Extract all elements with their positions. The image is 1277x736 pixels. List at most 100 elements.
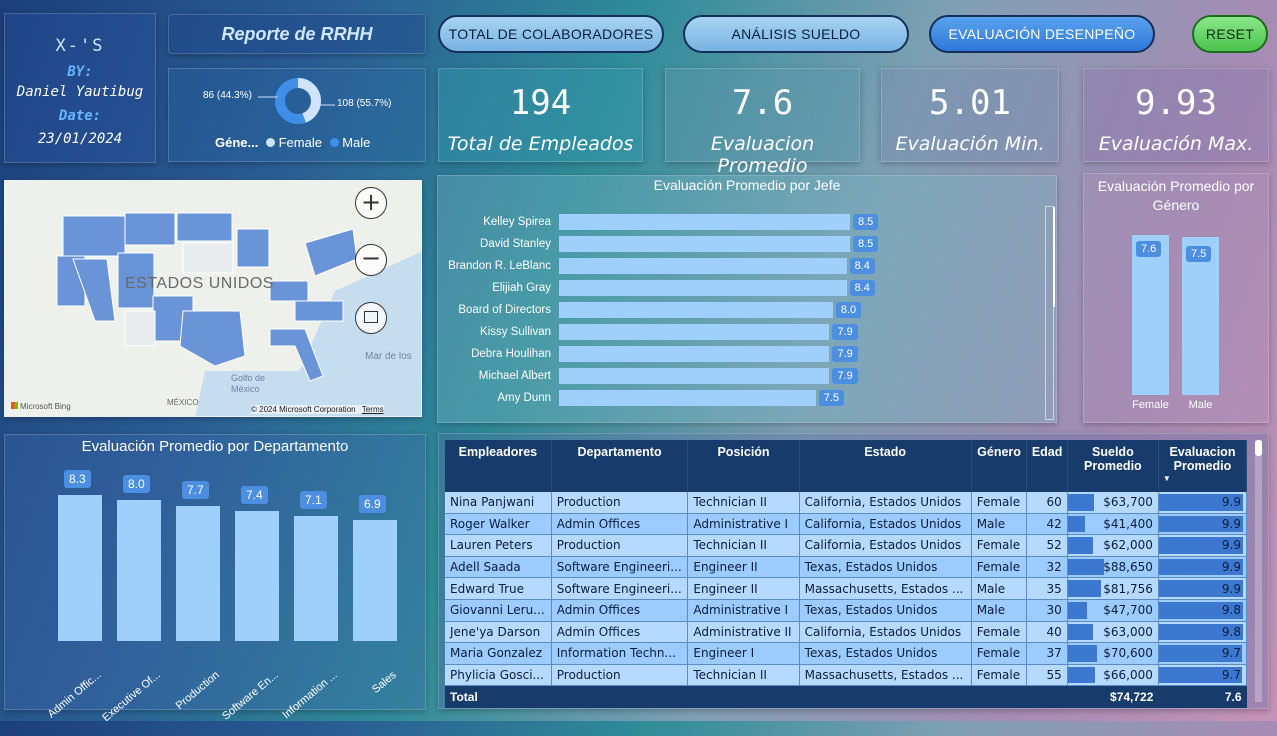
- header-edad[interactable]: Edad: [1026, 440, 1068, 492]
- map-provider: Microsoft Bing: [20, 402, 71, 411]
- analisis-sueldo-button[interactable]: ANÁLISIS SUELDO: [683, 15, 909, 53]
- eval-value: 9.9: [1221, 581, 1241, 596]
- cell-eval: 9.7: [1158, 664, 1248, 687]
- terms-link[interactable]: Terms: [362, 405, 384, 414]
- reset-button[interactable]: RESET: [1192, 15, 1268, 53]
- cell-employee-name: Lauren Peters: [445, 534, 552, 557]
- cell-gender: Male: [971, 599, 1028, 622]
- cell-gender: Female: [971, 621, 1028, 644]
- legend-male-label[interactable]: Male: [342, 135, 370, 150]
- jefe-data-label: 8.5: [853, 214, 879, 230]
- cell-age: 37: [1026, 642, 1068, 665]
- kpi-label: Total de Empleados: [447, 133, 634, 155]
- dept-bar[interactable]: [294, 516, 338, 641]
- cell-employee-name: Maria Gonzalez: [445, 642, 552, 665]
- report-title: Reporte de RRHH: [221, 23, 373, 44]
- map-zoom-in-button[interactable]: +: [355, 187, 387, 219]
- jefe-data-label: 8.5: [853, 236, 879, 252]
- cell-employee-name: Nina Panjwani: [445, 492, 552, 514]
- report-title-card: Reporte de RRHH: [168, 14, 426, 54]
- map-card: ESTADOS UNIDOS Mar de los Golfo de Méxic…: [4, 180, 422, 417]
- table-row[interactable]: Edward True Software Engineeri... Engineer…: [445, 577, 1248, 600]
- table-row[interactable]: Adell Saada Software Engineeri... Engineer…: [445, 556, 1248, 579]
- cell-gender: Male: [971, 577, 1028, 600]
- jefe-bar[interactable]: [559, 280, 847, 296]
- cell-salary: $62,000: [1067, 534, 1159, 557]
- header-empleadores[interactable]: Empleadores: [445, 440, 552, 492]
- jefe-bar[interactable]: [559, 390, 816, 406]
- jefe-category-label: Kelley Spirea: [483, 216, 551, 228]
- header-sueldo-promedio[interactable]: Sueldo Promedio: [1067, 440, 1159, 492]
- cell-position: Administrative II: [687, 621, 800, 644]
- header-evaluacion-promedio[interactable]: Evaluacion Promedio ▼: [1158, 440, 1248, 492]
- jefe-bar[interactable]: [559, 368, 830, 384]
- cell-state: Texas, Estados Unidos: [799, 556, 972, 579]
- dept-bar[interactable]: [353, 519, 397, 641]
- table-row[interactable]: Maria Gonzalez Information Techn... Engine…: [445, 642, 1248, 665]
- dept-bar[interactable]: [176, 505, 220, 641]
- header-genero[interactable]: Género: [971, 440, 1028, 492]
- cell-salary: $47,700: [1067, 599, 1159, 622]
- table-row[interactable]: Nina Panjwani Production Technician II Cali…: [445, 492, 1248, 514]
- jefe-category-label: David Stanley: [480, 238, 551, 250]
- dept-data-label: 6.9: [359, 494, 386, 513]
- jefe-bar[interactable]: [559, 214, 850, 230]
- jefe-chart-scrollbar[interactable]: [1045, 206, 1055, 420]
- kpi-label: Evaluación Min.: [895, 133, 1045, 155]
- header-estado[interactable]: Estado: [799, 440, 972, 492]
- microsoft-logo-icon: [11, 402, 18, 409]
- cell-department: Production: [551, 492, 689, 514]
- cell-salary: $81,756: [1067, 577, 1159, 600]
- cell-employee-name: Adell Saada: [445, 556, 552, 579]
- jefe-bar[interactable]: [559, 346, 830, 362]
- salary-databar: [1067, 601, 1088, 619]
- jefe-data-label: 7.9: [832, 368, 858, 384]
- header-departamento[interactable]: Departamento: [551, 440, 689, 492]
- kpi-value: 194: [509, 83, 572, 123]
- jefe-bar[interactable]: [559, 324, 830, 340]
- cell-eval: 9.9: [1158, 556, 1248, 579]
- jefe-category-label: Amy Dunn: [497, 392, 551, 404]
- selection-icon: [364, 311, 378, 323]
- gender-bar[interactable]: [1132, 235, 1169, 395]
- jefe-bar[interactable]: [559, 236, 850, 252]
- table-row[interactable]: Phylicia Gosci... Production Technician II…: [445, 664, 1248, 687]
- dept-bar[interactable]: [235, 510, 279, 641]
- map-select-button[interactable]: [355, 302, 387, 334]
- salary-value: $47,700: [1103, 603, 1153, 618]
- table-row[interactable]: Roger Walker Admin Offices Administrative …: [445, 513, 1248, 536]
- map-canvas[interactable]: [5, 181, 422, 417]
- total-colaboradores-button[interactable]: TOTAL DE COLABORADORES: [438, 15, 664, 53]
- author-card: X-'S BY: Daniel Yautibug Date: 23/01/202…: [4, 13, 156, 163]
- cell-age: 42: [1026, 513, 1068, 536]
- table-row[interactable]: Giovanni Leru... Admin Offices Administrat…: [445, 599, 1248, 622]
- salary-databar: [1067, 558, 1104, 576]
- map-zoom-out-button[interactable]: −: [355, 244, 387, 276]
- table-row[interactable]: Jene'ya Darson Admin Offices Administrativ…: [445, 621, 1248, 644]
- map-copyright: © 2024 Microsoft Corporation Terms: [251, 405, 384, 414]
- legend-female-label[interactable]: Female: [279, 135, 322, 150]
- salary-value: $63,000: [1103, 624, 1153, 639]
- salary-value: $62,000: [1103, 538, 1153, 553]
- table-scrollbar[interactable]: [1255, 440, 1262, 702]
- header-posicion[interactable]: Posición: [687, 440, 800, 492]
- table-row[interactable]: Lauren Peters Production Technician II Cali…: [445, 534, 1248, 557]
- dept-data-label: 7.4: [241, 485, 268, 504]
- cell-gender: Female: [971, 534, 1028, 557]
- cell-gender: Female: [971, 492, 1028, 514]
- jefe-bar[interactable]: [559, 302, 833, 318]
- donut-female-label: 86 (44.3%): [203, 90, 252, 101]
- salary-databar: [1067, 537, 1094, 554]
- dept-bar[interactable]: [117, 500, 161, 641]
- table-scrollbar-thumb[interactable]: [1255, 440, 1262, 456]
- scrollbar-thumb[interactable]: [1046, 207, 1055, 307]
- dept-bar[interactable]: [58, 495, 102, 641]
- evaluacion-desempeno-button[interactable]: EVALUACIÓN DESENPEÑO: [929, 15, 1155, 53]
- cell-salary: $63,000: [1067, 621, 1159, 644]
- jefe-chart-card: Evaluación Promedio por Jefe Kelley Spir…: [437, 175, 1057, 423]
- salary-value: $66,000: [1103, 668, 1153, 683]
- jefe-bar[interactable]: [559, 258, 847, 274]
- logo-text: X-'S: [55, 36, 105, 56]
- salary-databar: [1067, 494, 1094, 511]
- cell-employee-name: Roger Walker: [445, 513, 552, 536]
